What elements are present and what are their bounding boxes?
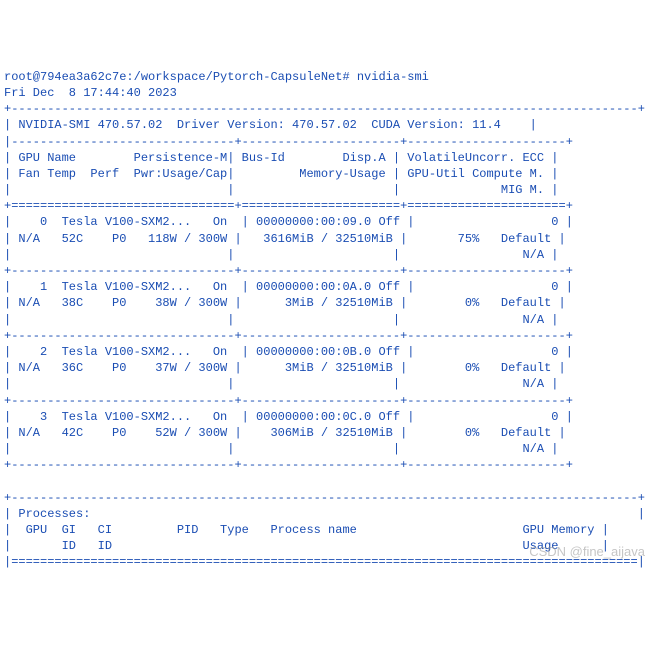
watermark: CSDN @fine_aijava bbox=[529, 543, 645, 561]
terminal-output: root@794ea3a62c7e:/workspace/Pytorch-Cap… bbox=[4, 69, 661, 571]
